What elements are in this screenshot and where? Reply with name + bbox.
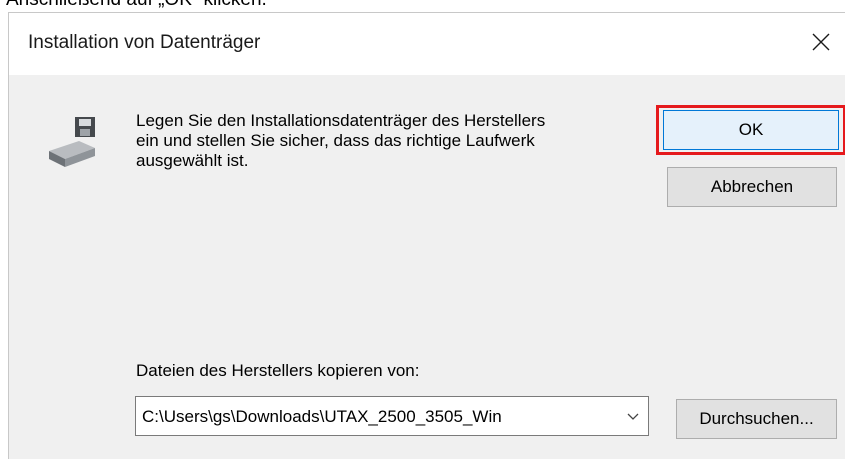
message-line: ein und stellen Sie sicher, dass das ric…: [136, 131, 535, 150]
copy-from-label: Dateien des Herstellers kopieren von:: [136, 361, 420, 380]
close-button[interactable]: [801, 23, 845, 63]
install-from-disk-dialog: Installation von Datenträger Legen Sie d…: [8, 12, 845, 459]
title-bar: Installation von Datenträger: [9, 13, 845, 75]
dialog-title: Installation von Datenträger: [28, 32, 261, 53]
chevron-down-icon[interactable]: [626, 410, 640, 424]
copy-from-combobox[interactable]: C:\Users\gs\Downloads\UTAX_2500_3505_Win: [135, 396, 649, 436]
drive-icon: [49, 117, 95, 167]
message-line: Legen Sie den Installationsdatenträger d…: [136, 111, 546, 130]
close-icon: [812, 33, 830, 51]
top-caption: Anschließend auf „OK“ klicken.: [0, 0, 845, 12]
ok-button[interactable]: OK: [663, 110, 839, 150]
cancel-button[interactable]: Abbrechen: [667, 167, 837, 207]
message-line: ausgewählt ist.: [136, 151, 249, 170]
path-value: C:\Users\gs\Downloads\UTAX_2500_3505_Win: [142, 407, 502, 426]
instruction-text: Legen Sie den Installationsdatenträger d…: [136, 111, 646, 171]
browse-button[interactable]: Durchsuchen...: [676, 399, 837, 439]
